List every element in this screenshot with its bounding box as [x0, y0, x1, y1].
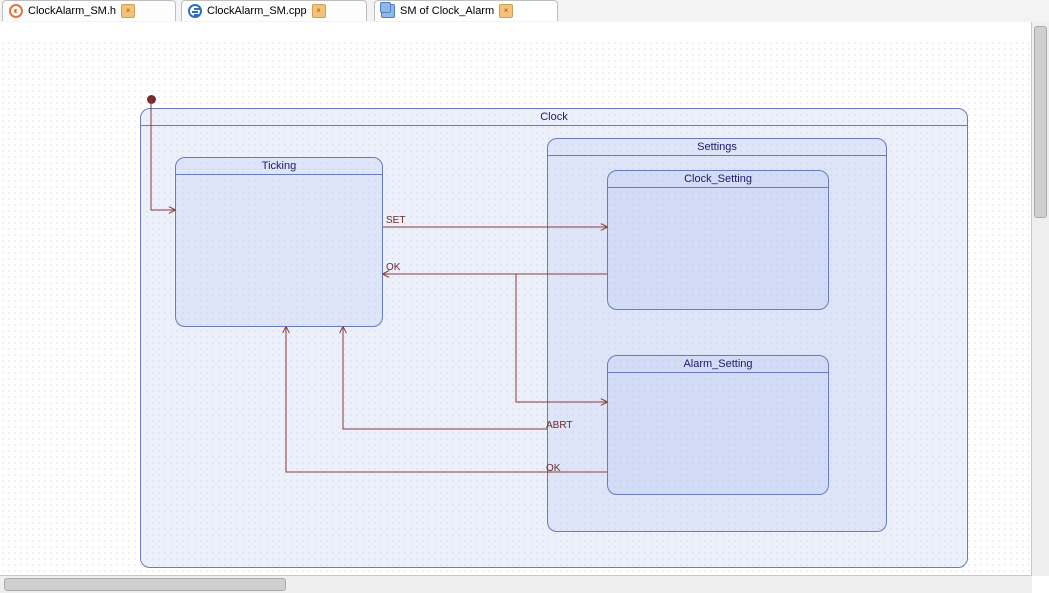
cpp-file-icon	[188, 4, 202, 18]
state-header-rule	[608, 372, 828, 373]
editor-tabbar: ClockAlarm_SM.h × ClockAlarm_SM.cpp × SM…	[0, 0, 1049, 23]
state-clock-setting[interactable]: Clock_Setting	[607, 170, 829, 310]
state-header-rule	[141, 125, 967, 126]
close-icon[interactable]: ×	[499, 4, 513, 18]
c-file-icon	[9, 4, 23, 18]
canvas-top-margin	[0, 22, 1032, 40]
state-title: Settings	[548, 141, 886, 153]
transition-label-set[interactable]: SET	[386, 215, 405, 226]
tab-clockalarm-h[interactable]: ClockAlarm_SM.h ×	[2, 0, 176, 21]
state-header-rule	[608, 187, 828, 188]
scrollbar-thumb[interactable]	[4, 578, 286, 591]
diagram-editor: Clock Ticking Settings Clock_Setting Ala…	[0, 22, 1049, 593]
state-title: Ticking	[176, 160, 382, 172]
state-ticking[interactable]: Ticking	[175, 157, 383, 327]
vertical-scrollbar[interactable]	[1031, 22, 1049, 576]
tab-label: ClockAlarm_SM.cpp	[207, 5, 307, 17]
state-title: Alarm_Setting	[608, 358, 828, 370]
horizontal-scrollbar[interactable]	[0, 575, 1032, 593]
transition-label-ok-alarm[interactable]: OK	[546, 463, 560, 474]
close-icon[interactable]: ×	[312, 4, 326, 18]
state-title: Clock_Setting	[608, 173, 828, 185]
close-icon[interactable]: ×	[121, 4, 135, 18]
state-header-rule	[176, 174, 382, 175]
tab-label: ClockAlarm_SM.h	[28, 5, 116, 17]
state-header-rule	[548, 155, 886, 156]
state-alarm-setting[interactable]: Alarm_Setting	[607, 355, 829, 495]
diagram-canvas[interactable]: Clock Ticking Settings Clock_Setting Ala…	[0, 22, 1032, 576]
tab-clockalarm-cpp[interactable]: ClockAlarm_SM.cpp ×	[181, 0, 367, 21]
tab-label: SM of Clock_Alarm	[400, 5, 494, 17]
scrollbar-thumb[interactable]	[1034, 26, 1047, 218]
initial-pseudostate[interactable]	[147, 95, 156, 104]
tab-sm-clock-alarm[interactable]: SM of Clock_Alarm ×	[374, 0, 558, 21]
state-machine-icon	[381, 4, 395, 18]
state-title: Clock	[141, 111, 967, 123]
transition-label-ok-clock[interactable]: OK	[386, 262, 400, 273]
transition-label-abrt[interactable]: ABRT	[546, 420, 573, 431]
